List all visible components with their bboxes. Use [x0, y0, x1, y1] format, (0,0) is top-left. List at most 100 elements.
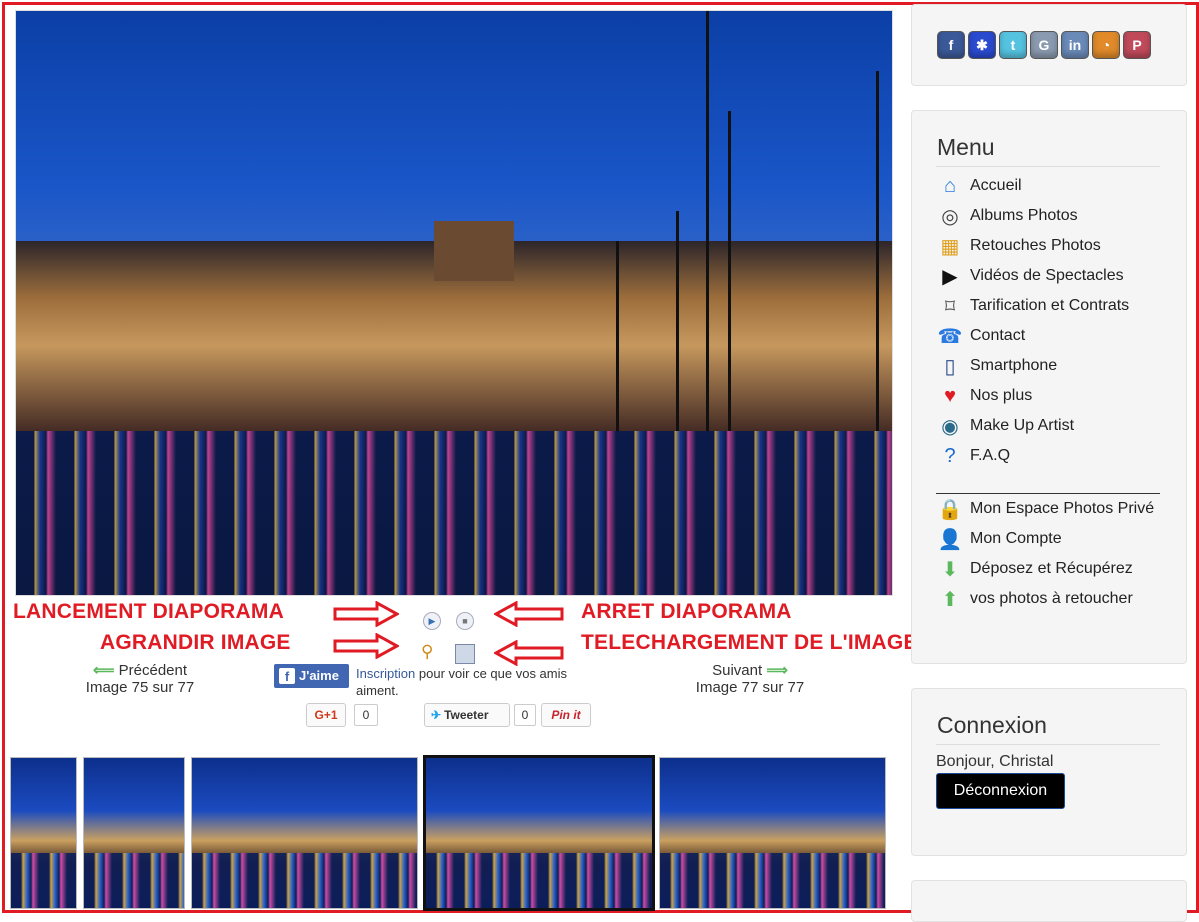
menu-item-label: Mon Compte: [970, 530, 1062, 547]
camera-icon: ◎: [941, 205, 959, 228]
google-icon[interactable]: G: [1030, 31, 1058, 59]
menu-item-vos-photos-retoucher[interactable]: ⬆ vos photos à retoucher: [936, 585, 1133, 613]
heart-icon: ♥: [944, 384, 956, 407]
zoom-icon[interactable]: ⚲: [421, 642, 433, 662]
menu-item-label: Mon Espace Photos Privé: [970, 500, 1155, 517]
smartphone-icon: ▯: [944, 355, 956, 378]
menu-item-retouches-photos[interactable]: ▦ Retouches Photos: [936, 232, 1101, 260]
menu-item-make-up-artist[interactable]: ◉ Make Up Artist: [936, 412, 1074, 440]
tweet-button[interactable]: ✈ Tweeter: [424, 703, 510, 727]
thumbnail[interactable]: [659, 757, 886, 909]
fb-signup-link[interactable]: Inscription: [356, 666, 415, 681]
tweet-label: Tweeter: [444, 708, 489, 722]
menu-item-contact[interactable]: ☎ Contact: [936, 322, 1026, 350]
next-link[interactable]: Suivant ⟹ Image 77 sur 77: [670, 661, 830, 696]
menu-title: Menu: [937, 134, 995, 160]
lock-icon: 🔒: [937, 498, 963, 521]
thumbnail[interactable]: [10, 757, 77, 909]
eye-icon: ◉: [941, 415, 959, 438]
facebook-like-button[interactable]: f J'aime: [274, 664, 349, 688]
annotation-enlarge-image: AGRANDIR IMAGE: [100, 631, 291, 654]
previous-label: Précédent: [118, 662, 188, 679]
thumbnail[interactable]: [83, 757, 185, 909]
upload-arrow-icon: ⬆: [941, 588, 959, 611]
next-label: Suivant: [712, 662, 763, 679]
menu-item-label: Albums Photos: [970, 207, 1078, 224]
menu-item-f-a-q[interactable]: ? F.A.Q: [936, 442, 1010, 470]
social-icons-bar: f ✱ t Gin ◔ P: [937, 31, 1151, 59]
arrow-left-icon: [494, 601, 564, 627]
login-title: Connexion: [937, 712, 1047, 738]
download-image-icon[interactable]: [455, 644, 475, 664]
tweet-count: 0: [514, 704, 536, 726]
photo-mast: [728, 111, 731, 431]
photo-mast: [616, 241, 619, 431]
twitter-bird-icon: ✈: [431, 708, 442, 722]
previous-count: Image 75 sur 77: [85, 679, 195, 696]
thumbnail-active[interactable]: [423, 755, 655, 911]
menu-item-label: Déposez et Récupérez: [970, 560, 1133, 577]
download-arrow-icon: ⬇: [941, 558, 959, 581]
annotation-stop-slideshow: ARRET DIAPORAMA: [581, 600, 792, 623]
gplus-count: 0: [354, 704, 378, 726]
menu-item-smartphone[interactable]: ▯ Smartphone: [936, 352, 1057, 380]
menu-item-mon-compte[interactable]: 👤 Mon Compte: [936, 525, 1062, 553]
login-title-divider: [936, 744, 1160, 745]
price-tag-icon: ⌑: [944, 295, 956, 318]
rss-icon[interactable]: ◔: [1092, 31, 1120, 59]
photo-water-reflections: [16, 431, 892, 595]
arrow-right-green-icon: ⟹: [766, 662, 788, 679]
menu-item-vid-os-de-spectacles[interactable]: ▶ Vidéos de Spectacles: [936, 262, 1124, 290]
next-panel-partial: [911, 880, 1187, 922]
facebook-icon: f: [279, 668, 295, 684]
facebook-icon[interactable]: f: [937, 31, 965, 59]
logout-button[interactable]: Déconnexion: [936, 773, 1065, 809]
twitter-icon[interactable]: t: [999, 31, 1027, 59]
home-icon: ⌂: [943, 174, 957, 197]
fb-like-label: J'aime: [299, 668, 339, 683]
main-photo[interactable]: [15, 10, 893, 596]
menu-item-albums-photos[interactable]: ◎ Albums Photos: [936, 202, 1078, 230]
menu-item-accueil[interactable]: ⌂ Accueil: [936, 172, 1022, 200]
menu-item-label: Contact: [970, 327, 1026, 344]
thumbnail[interactable]: [191, 757, 418, 909]
user-icon: 👤: [937, 528, 963, 551]
arrow-right-icon: [333, 601, 399, 627]
menu-title-divider: [936, 166, 1160, 167]
menu-item-label: Nos plus: [970, 387, 1033, 404]
annotation-start-slideshow: LANCEMENT DIAPORAMA: [13, 600, 284, 623]
menu-item-label: Vidéos de Spectacles: [970, 267, 1124, 284]
menu-item-label: Smartphone: [970, 357, 1058, 374]
menu-item-label: Accueil: [970, 177, 1022, 194]
next-count: Image 77 sur 77: [695, 679, 805, 696]
menu-item-label: F.A.Q: [970, 447, 1011, 464]
photo-mast: [876, 71, 879, 431]
menu-item-mon-espace-photos-priv-[interactable]: 🔒 Mon Espace Photos Privé: [936, 495, 1155, 523]
menu-item-label: Tarification et Contrats: [970, 297, 1130, 314]
menu-item-tarification-et-contrats[interactable]: ⌑ Tarification et Contrats: [936, 292, 1129, 320]
pinterest-button[interactable]: Pin it: [541, 703, 591, 727]
menu-section-divider: [936, 493, 1160, 494]
menu-item-label: Make Up Artist: [970, 417, 1075, 434]
phone-icon: ☎: [937, 325, 963, 348]
photo-mast: [676, 211, 679, 431]
greeting-text: Bonjour, Christal: [936, 753, 1054, 770]
stop-slideshow-icon[interactable]: ■: [456, 612, 474, 630]
linkedin-icon[interactable]: in: [1061, 31, 1089, 59]
help-icon: ?: [944, 444, 956, 467]
menu-item-label: Retouches Photos: [970, 237, 1101, 254]
myspace-icon[interactable]: ✱: [968, 31, 996, 59]
arrow-right-icon: [333, 633, 399, 659]
play-slideshow-icon[interactable]: ▶: [423, 612, 441, 630]
photo-mast: [706, 11, 709, 431]
annotation-download-image: TELECHARGEMENT DE L'IMAGE: [581, 631, 918, 654]
pinterest-icon[interactable]: P: [1123, 31, 1151, 59]
photo-edit-icon: ▦: [940, 235, 960, 258]
previous-link[interactable]: ⟸ Précédent Image 75 sur 77: [60, 661, 220, 696]
menu-item-label: vos photos à retoucher: [970, 590, 1133, 607]
menu-item-d-posez-et-r-cup-rez[interactable]: ⬇ Déposez et Récupérez: [936, 555, 1133, 583]
menu-item-nos-plus[interactable]: ♥ Nos plus: [936, 382, 1032, 410]
video-icon: ▶: [942, 265, 958, 288]
gplus-button[interactable]: G+1: [306, 703, 346, 727]
fb-signup-text: Inscription pour voir ce que vos amis ai…: [356, 665, 596, 699]
